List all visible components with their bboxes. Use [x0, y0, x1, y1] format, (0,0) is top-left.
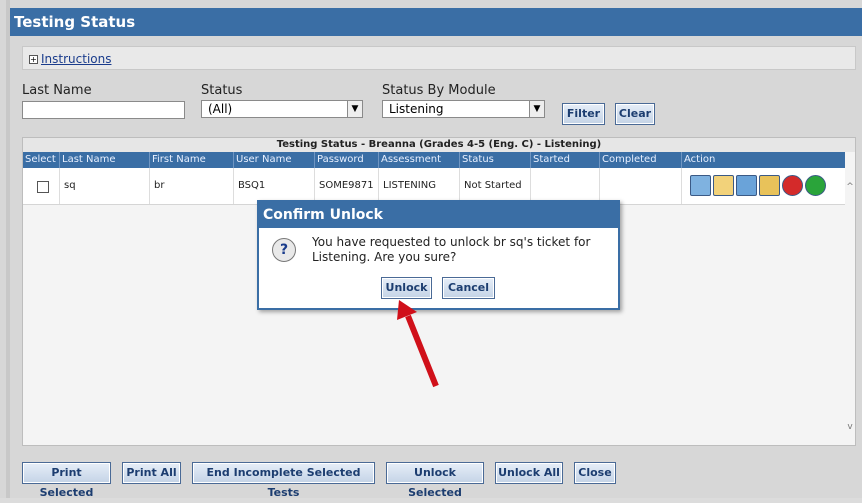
testing-status-window: Testing Status + Instructions Last Name S…	[0, 0, 862, 499]
unlock-all-button[interactable]: Unlock All	[495, 462, 563, 484]
cancel-button[interactable]: Cancel	[442, 277, 495, 299]
cell-action	[681, 168, 845, 204]
col-user-name[interactable]: User Name	[233, 152, 314, 168]
scroll-up-icon[interactable]: ^	[845, 182, 855, 192]
window-title: Testing Status	[10, 8, 862, 36]
status-select-value: (All)	[208, 102, 233, 116]
clear-button[interactable]: Clear	[615, 103, 655, 125]
cell-assessment: LISTENING	[378, 168, 459, 204]
status-label: Status	[201, 83, 243, 98]
print-all-button[interactable]: Print All	[122, 462, 181, 484]
chevron-down-icon: ▼	[347, 101, 362, 117]
col-select: Select	[25, 154, 56, 165]
status-by-module-select[interactable]: Listening ▼	[382, 100, 545, 118]
grid-scrollbar[interactable]: ^ v	[845, 168, 855, 445]
unlock-selected-button[interactable]: Unlock Selected	[386, 462, 484, 499]
filter-button[interactable]: Filter	[562, 103, 605, 125]
last-name-input[interactable]	[22, 101, 185, 119]
last-name-label: Last Name	[22, 83, 92, 98]
col-completed[interactable]: Completed	[599, 152, 681, 168]
window-left-edge	[6, 0, 10, 498]
expand-plus-icon[interactable]: +	[29, 55, 38, 64]
dialog-message: You have requested to unlock br sq's tic…	[312, 235, 591, 264]
status-by-module-label: Status By Module	[382, 83, 496, 98]
chevron-down-icon: ▼	[529, 101, 544, 117]
cell-status: Not Started	[459, 168, 530, 204]
print-ticket-icon[interactable]	[690, 175, 711, 196]
lock-icon[interactable]	[759, 175, 780, 196]
row-select-cell	[23, 168, 59, 204]
col-last-name[interactable]: Last Name	[59, 152, 149, 168]
cell-first-name: br	[149, 168, 233, 204]
unlock-button[interactable]: Unlock	[381, 277, 432, 299]
go-icon[interactable]	[805, 175, 826, 196]
print-selected-button[interactable]: Print Selected	[22, 462, 111, 499]
close-button[interactable]: Close	[574, 462, 616, 484]
cell-password: SOME9871	[314, 168, 378, 204]
annotation-arrow-icon	[397, 300, 439, 388]
end-incomplete-tests-button[interactable]: End Incomplete Selected Tests	[192, 462, 375, 499]
grid-header: Select Last Name First Name User Name Pa…	[23, 152, 845, 168]
question-icon: ?	[272, 238, 296, 262]
col-action: Action	[681, 152, 845, 168]
col-status[interactable]: Status	[459, 152, 530, 168]
stop-icon[interactable]	[782, 175, 803, 196]
col-password[interactable]: Password	[314, 152, 378, 168]
status-select[interactable]: (All) ▼	[201, 100, 363, 118]
cell-started	[530, 168, 599, 204]
col-assessment[interactable]: Assessment	[378, 152, 459, 168]
dialog-title: Confirm Unlock	[259, 202, 618, 228]
instructions-panel: + Instructions	[22, 46, 856, 70]
key-icon[interactable]	[713, 175, 734, 196]
cell-last-name: sq	[59, 168, 149, 204]
col-first-name[interactable]: First Name	[149, 152, 233, 168]
module-select-value: Listening	[389, 102, 444, 116]
grid-caption: Testing Status - Breanna (Grades 4-5 (En…	[23, 138, 855, 152]
confirm-unlock-dialog: Confirm Unlock ? You have requested to u…	[257, 200, 620, 310]
cell-completed	[599, 168, 681, 204]
cell-user-name: BSQ1	[233, 168, 314, 204]
row-select-checkbox[interactable]	[37, 181, 49, 193]
user-icon[interactable]	[736, 175, 757, 196]
scroll-down-icon[interactable]: v	[845, 422, 855, 432]
col-started[interactable]: Started	[530, 152, 599, 168]
instructions-link[interactable]: Instructions	[41, 52, 111, 66]
